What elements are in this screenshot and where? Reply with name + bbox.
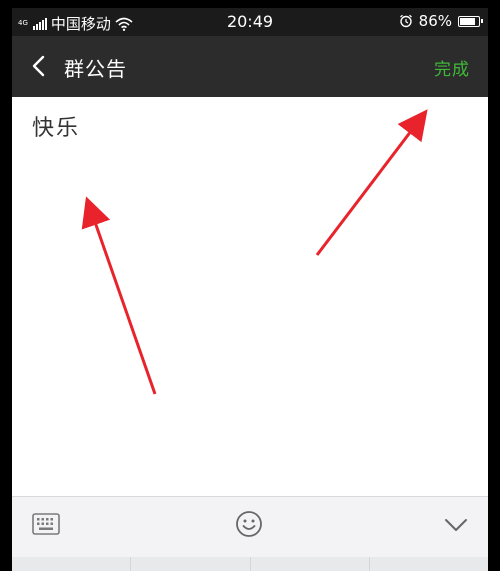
arrow-to-text — [81, 196, 157, 395]
phone-screen: 4G 中国移动 20:49 86% 群公告 完成 快乐 — [12, 8, 488, 571]
done-button[interactable]: 完成 — [434, 55, 470, 80]
chevron-down-icon[interactable] — [444, 517, 468, 533]
page-title: 群公告 — [64, 57, 127, 81]
status-right: 86% — [399, 12, 483, 30]
battery-fill — [460, 17, 475, 25]
keyboard-key[interactable] — [12, 557, 131, 571]
arrow-to-done — [315, 109, 428, 256]
battery-percent: 86% — [418, 12, 452, 30]
alarm-clock-icon — [399, 14, 412, 28]
keyboard-key[interactable] — [131, 557, 250, 571]
back-chevron-icon[interactable] — [28, 54, 52, 78]
battery-icon — [458, 15, 483, 27]
input-toolbar — [12, 496, 488, 557]
nav-bar: 群公告 完成 — [12, 36, 488, 97]
keyboard-key[interactable] — [250, 557, 369, 571]
keyboard-keys-strip — [12, 557, 488, 571]
emoji-icon[interactable] — [235, 510, 263, 538]
keyboard-key[interactable] — [369, 557, 488, 571]
announcement-text-area[interactable]: 快乐 — [32, 110, 80, 142]
status-bar: 4G 中国移动 20:49 86% — [12, 8, 488, 36]
keyboard-icon[interactable] — [32, 513, 60, 535]
